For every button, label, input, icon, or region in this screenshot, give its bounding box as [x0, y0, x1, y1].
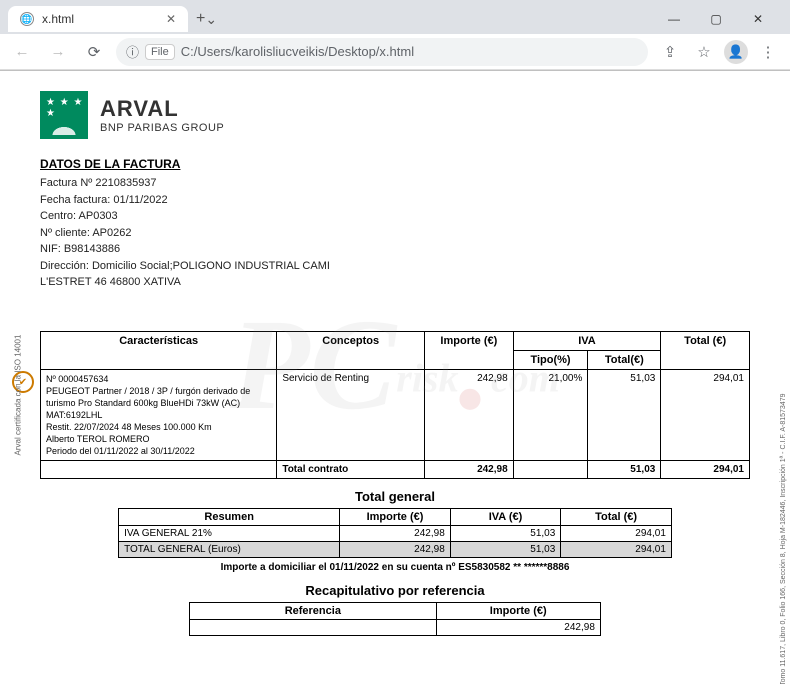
cell-caracteristicas: Nº 0000457634 PEUGEOT Partner / 2018 / 3…	[41, 369, 277, 461]
meta-line: Fecha factura: 01/11/2022	[40, 192, 750, 209]
cell-total: 294,01	[661, 369, 750, 461]
th-s-total: Total (€)	[561, 509, 672, 526]
cell-iva-total: 51,03	[588, 369, 661, 461]
th-iva-tipo: Tipo(%)	[513, 350, 588, 369]
th-total: Total (€)	[661, 331, 750, 369]
th-iva-total: Total(€)	[588, 350, 661, 369]
maximize-button[interactable]: ▢	[696, 5, 736, 33]
meta-line: L'ESTRET 46 46800 XATIVA	[40, 274, 750, 291]
invoice-meta: Factura Nº 2210835937 Fecha factura: 01/…	[40, 175, 750, 291]
summary-row-total: TOTAL GENERAL (Euros) 242,98 51,03 294,0…	[119, 542, 672, 558]
summary-row: IVA GENERAL 21% 242,98 51,03 294,01	[119, 526, 672, 542]
minimize-button[interactable]: ―	[654, 5, 694, 33]
tab-overflow-icon[interactable]: ⌄	[205, 11, 217, 28]
cell-iva-tipo: 21,00%	[513, 369, 588, 461]
file-badge: File	[145, 44, 175, 60]
new-tab-button[interactable]: +	[196, 10, 205, 28]
profile-icon[interactable]: 👤	[724, 40, 748, 64]
cell-importe: 242,98	[425, 369, 514, 461]
total-iva: 51,03	[588, 461, 661, 479]
address-bar: ← → ⟳ ⓘ File C:/Users/karolisliucveikis/…	[0, 34, 790, 70]
tab-bar: 🌐 x.html ✕ + ⌄ ― ▢ ✕	[0, 0, 790, 34]
forward-button[interactable]: →	[44, 38, 72, 66]
th-s-iva: IVA (€)	[450, 509, 561, 526]
browser-tab[interactable]: 🌐 x.html ✕	[8, 6, 188, 32]
document-body: PCrisk.com ★ ★ ★ ★ ARVAL BNP PARIBAS GRO…	[0, 71, 790, 684]
r-importe: 242,98	[436, 620, 600, 636]
meta-line: Centro: AP0303	[40, 208, 750, 225]
s-label: TOTAL GENERAL (Euros)	[119, 542, 340, 558]
r-referencia	[190, 620, 436, 636]
th-importe: Importe (€)	[425, 331, 514, 369]
logo: ★ ★ ★ ★ ARVAL BNP PARIBAS GROUP	[40, 91, 750, 139]
globe-icon: 🌐	[20, 12, 34, 26]
total-label: Total contrato	[277, 461, 425, 479]
th-conceptos: Conceptos	[277, 331, 425, 369]
s-iva: 51,03	[450, 526, 561, 542]
total-importe: 242,98	[425, 461, 514, 479]
th-caracteristicas: Características	[41, 331, 277, 369]
meta-line: Factura Nº 2210835937	[40, 175, 750, 192]
summary-table: Resumen Importe (€) IVA (€) Total (€) IV…	[118, 508, 672, 558]
meta-line: NIF: B98143886	[40, 241, 750, 258]
domicile-note: Importe a domiciliar el 01/11/2022 en su…	[40, 562, 750, 573]
close-tab-icon[interactable]: ✕	[166, 12, 176, 26]
tab-title: x.html	[42, 12, 74, 26]
iso-cert-text: Arval certificada con la ISO 14001	[14, 335, 23, 456]
url-path: C:/Users/karolisliucveikis/Desktop/x.htm…	[181, 44, 414, 59]
total-general-heading: Total general	[40, 489, 750, 504]
logo-mark: ★ ★ ★ ★	[40, 91, 88, 139]
total-total: 294,01	[661, 461, 750, 479]
th-r-importe: Importe (€)	[436, 603, 600, 620]
s-label: IVA GENERAL 21%	[119, 526, 340, 542]
cell-conceptos: Servicio de Renting	[277, 369, 425, 461]
th-s-importe: Importe (€)	[340, 509, 451, 526]
th-iva: IVA	[513, 331, 661, 350]
registry-text: Mercantil de Madrid, Tomo 11.617, Libro …	[781, 393, 788, 684]
back-button[interactable]: ←	[8, 38, 36, 66]
s-total: 294,01	[561, 542, 672, 558]
url-field[interactable]: ⓘ File C:/Users/karolisliucveikis/Deskto…	[116, 38, 648, 66]
s-importe: 242,98	[340, 526, 451, 542]
recap-heading: Recapitulativo por referencia	[40, 583, 750, 598]
bookmark-icon[interactable]: ☆	[690, 38, 718, 66]
th-referencia: Referencia	[190, 603, 436, 620]
browser-chrome: 🌐 x.html ✕ + ⌄ ― ▢ ✕ ← → ⟳ ⓘ File C:/Use…	[0, 0, 790, 71]
share-icon[interactable]: ⇪	[656, 38, 684, 66]
reload-button[interactable]: ⟳	[80, 38, 108, 66]
table-row: Nº 0000457634 PEUGEOT Partner / 2018 / 3…	[41, 369, 750, 461]
s-iva: 51,03	[450, 542, 561, 558]
total-contrato-row: Total contrato 242,98 51,03 294,01	[41, 461, 750, 479]
brand-subtitle: BNP PARIBAS GROUP	[100, 122, 224, 134]
reference-table: Referencia Importe (€) 242,98	[189, 602, 601, 636]
meta-line: Nº cliente: AP0262	[40, 225, 750, 242]
ref-row: 242,98	[190, 620, 601, 636]
menu-icon[interactable]: ⋮	[754, 38, 782, 66]
brand-name: ARVAL	[100, 96, 224, 122]
info-icon: ⓘ	[126, 42, 139, 61]
main-table: Características Conceptos Importe (€) IV…	[40, 331, 750, 480]
window-controls: ― ▢ ✕	[654, 5, 778, 33]
th-resumen: Resumen	[119, 509, 340, 526]
s-total: 294,01	[561, 526, 672, 542]
meta-line: Dirección: Domicilio Social;POLIGONO IND…	[40, 258, 750, 275]
close-window-button[interactable]: ✕	[738, 5, 778, 33]
invoice-data-title: DATOS DE LA FACTURA	[40, 157, 750, 171]
s-importe: 242,98	[340, 542, 451, 558]
